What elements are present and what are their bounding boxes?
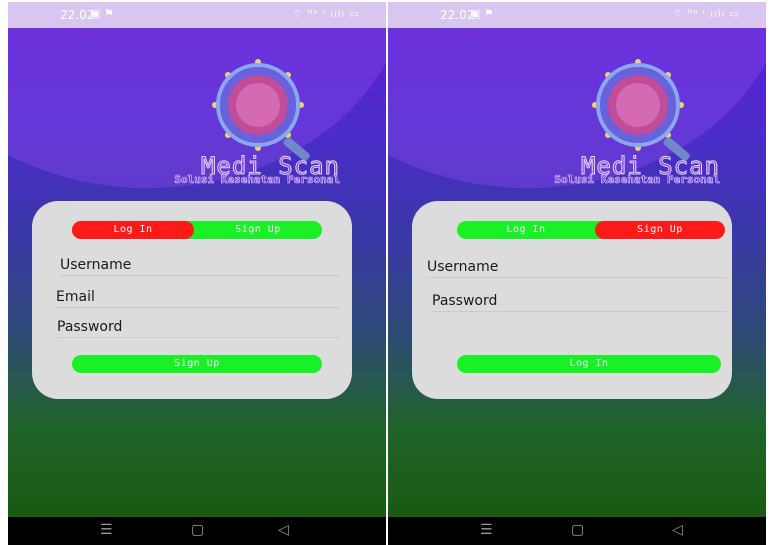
tab-signup[interactable]: Sign Up <box>194 221 322 239</box>
password-field[interactable]: Password <box>57 319 340 338</box>
auth-card: Log In Sign Up Username Email Password S… <box>32 201 352 399</box>
email-field[interactable]: Email <box>56 289 340 308</box>
tab-signup[interactable]: Sign Up <box>595 221 725 239</box>
navigation-bar: ☰ ▢ ◁ <box>8 517 386 545</box>
app-subtitle: Solusi Kesehatan Personal <box>554 173 720 187</box>
auth-mode-toggle: Log In Sign Up <box>72 221 322 239</box>
login-button[interactable]: Log In <box>457 355 721 373</box>
signup-button[interactable]: Sign Up <box>72 355 322 373</box>
back-icon[interactable]: ◁ <box>278 522 289 538</box>
home-icon[interactable]: ▢ <box>191 522 204 538</box>
status-bar: 22.02 ▣ ⚑ ⌔ ᴺᵃ ᶦ ıılı ▭ <box>8 2 386 28</box>
tab-login[interactable]: Log In <box>457 221 595 239</box>
auth-card: Log In Sign Up Username Password Log In <box>412 201 732 399</box>
phone-screen-signup: 22.02 ▣ ⚑ ⌔ ᴺᵃ ᶦ ıılı ▭ Medi Scan Solusi… <box>8 2 386 545</box>
username-field[interactable]: Username <box>427 259 727 278</box>
status-system-icons: ⌔ ᴺᵃ ᶦ ıılı ▭ <box>293 9 360 20</box>
status-notification-icons: ▣ ⚑ <box>90 7 114 20</box>
username-field[interactable]: Username <box>60 257 340 276</box>
status-system-icons: ⌔ ᴺᵃ ᶦ ıılı ▭ <box>673 9 740 20</box>
status-bar: 22.02 ▣ ⚑ ⌔ ᴺᵃ ᶦ ıılı ▭ <box>388 2 766 28</box>
menu-icon[interactable]: ☰ <box>100 522 113 538</box>
status-notification-icons: ▣ ⚑ <box>470 7 494 20</box>
phone-screen-login: 22.02 ▣ ⚑ ⌔ ᴺᵃ ᶦ ıılı ▭ Medi Scan Solusi… <box>388 2 766 545</box>
auth-mode-toggle: Log In Sign Up <box>457 221 725 239</box>
back-icon[interactable]: ◁ <box>672 522 683 538</box>
app-screen: Medi Scan Solusi Kesehatan Personal Log … <box>8 28 386 517</box>
navigation-bar: ☰ ▢ ◁ <box>388 517 766 545</box>
app-screen: Medi Scan Solusi Kesehatan Personal Log … <box>388 28 766 517</box>
menu-icon[interactable]: ☰ <box>480 522 493 538</box>
home-icon[interactable]: ▢ <box>571 522 584 538</box>
password-field[interactable]: Password <box>432 293 727 312</box>
app-subtitle: Solusi Kesehatan Personal <box>174 173 340 187</box>
tab-login[interactable]: Log In <box>72 221 194 239</box>
